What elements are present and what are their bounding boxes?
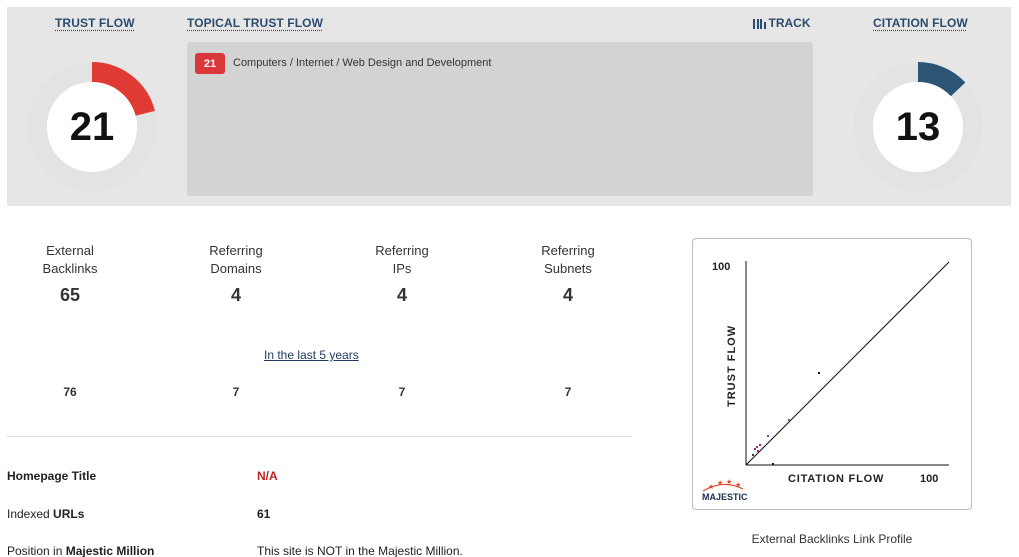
trust-flow-donut: 21 <box>27 62 157 192</box>
historic-referring-subnets: 7 <box>564 385 572 399</box>
diagonal-reference-line <box>745 261 950 466</box>
majestic-million-label-prefix: Position in <box>7 544 66 557</box>
metrics-header-panel: TRUST FLOW TOPICAL TRUST FLOW TRACK CITA… <box>7 7 1011 206</box>
majestic-million-label-bold: Majestic Million <box>65 544 155 557</box>
scatter-point <box>818 372 820 374</box>
citation-flow-donut: 13 <box>853 62 983 192</box>
stat-value: 4 <box>562 285 573 305</box>
track-label: TRACK <box>768 16 811 30</box>
historic-external-backlinks: 76 <box>63 385 77 399</box>
stat-label-line2: Backlinks <box>42 261 98 276</box>
historic-referring-domains: 7 <box>232 385 240 399</box>
stat-label-line1: Referring <box>375 243 429 258</box>
majestic-million-value: This site is NOT in the Majestic Million… <box>257 544 463 557</box>
scatter-point <box>759 444 761 446</box>
x-axis-label: CITATION FLOW <box>788 473 884 485</box>
y-axis-label: TRUST FLOW <box>726 325 738 407</box>
logo-star: ★ <box>735 481 741 489</box>
bar-chart-icon <box>753 18 766 29</box>
scatter-point <box>757 450 759 452</box>
topic-name[interactable]: Computers / Internet / Web Design and De… <box>233 57 491 69</box>
indexed-urls-label-prefix: Indexed <box>7 507 54 521</box>
homepage-title-value: N/A <box>257 469 278 483</box>
scatter-point <box>788 419 790 421</box>
topical-trust-flow-box: 21 Computers / Internet / Web Design and… <box>187 42 813 196</box>
historic-referring-ips: 7 <box>398 385 406 399</box>
stat-label-line2: Subnets <box>544 261 592 276</box>
majestic-million-label: Position in Majestic Million <box>7 544 154 557</box>
logo-star: ★ <box>708 483 714 491</box>
section-divider <box>7 436 632 437</box>
stat-external-backlinks: External Backlinks 65 <box>5 242 135 306</box>
topic-score-badge: 21 <box>195 53 225 74</box>
indexed-urls-label: Indexed URLs <box>7 507 84 521</box>
stat-referring-subnets: Referring Subnets 4 <box>503 242 633 306</box>
logo-star: ★ <box>717 479 723 487</box>
stat-value: 4 <box>396 285 407 305</box>
citation-flow-label[interactable]: CITATION FLOW <box>873 16 968 30</box>
stat-referring-ips: Referring IPs 4 <box>337 242 467 306</box>
stat-label-line2: IPs <box>392 261 412 276</box>
stat-value: 65 <box>59 285 81 305</box>
logo-star: ★ <box>726 478 732 486</box>
topical-trust-flow-label[interactable]: TOPICAL TRUST FLOW <box>187 16 323 30</box>
stat-label-line1: Referring <box>541 243 595 258</box>
indexed-urls-label-bold: URLs <box>53 507 85 521</box>
scatter-point <box>752 454 754 456</box>
logo-text: MAJESTIC <box>702 492 748 502</box>
x-axis-max-label: 100 <box>920 473 938 485</box>
scatter-point <box>754 448 756 450</box>
citation-flow-value: 13 <box>895 104 941 149</box>
majestic-logo: ★ ★ ★ ★ MAJESTIC <box>702 478 748 502</box>
link-profile-graph[interactable]: 100 TRUST FLOW CITATION FLOW 100 ★ ★ ★ ★… <box>692 238 972 510</box>
history-period-link[interactable]: In the last 5 years <box>264 348 359 362</box>
scatter-point <box>767 435 769 437</box>
indexed-urls-value: 61 <box>257 507 271 521</box>
scatter-point <box>756 446 758 448</box>
scatter-point <box>772 463 774 465</box>
stat-referring-domains: Referring Domains 4 <box>171 242 301 306</box>
trust-flow-value: 21 <box>69 104 115 149</box>
link-profile-plot: 100 TRUST FLOW CITATION FLOW 100 ★ ★ ★ ★… <box>702 261 950 502</box>
link-profile-caption: External Backlinks Link Profile <box>751 532 913 546</box>
trust-flow-label[interactable]: TRUST FLOW <box>55 16 135 30</box>
stat-label-line1: External <box>46 243 94 258</box>
y-axis-max-label: 100 <box>712 261 730 273</box>
stat-value: 4 <box>230 285 241 305</box>
homepage-title-label: Homepage Title <box>7 469 97 483</box>
stat-label-line1: Referring <box>209 243 263 258</box>
stat-label-line2: Domains <box>210 261 262 276</box>
track-button[interactable]: TRACK <box>753 16 811 30</box>
